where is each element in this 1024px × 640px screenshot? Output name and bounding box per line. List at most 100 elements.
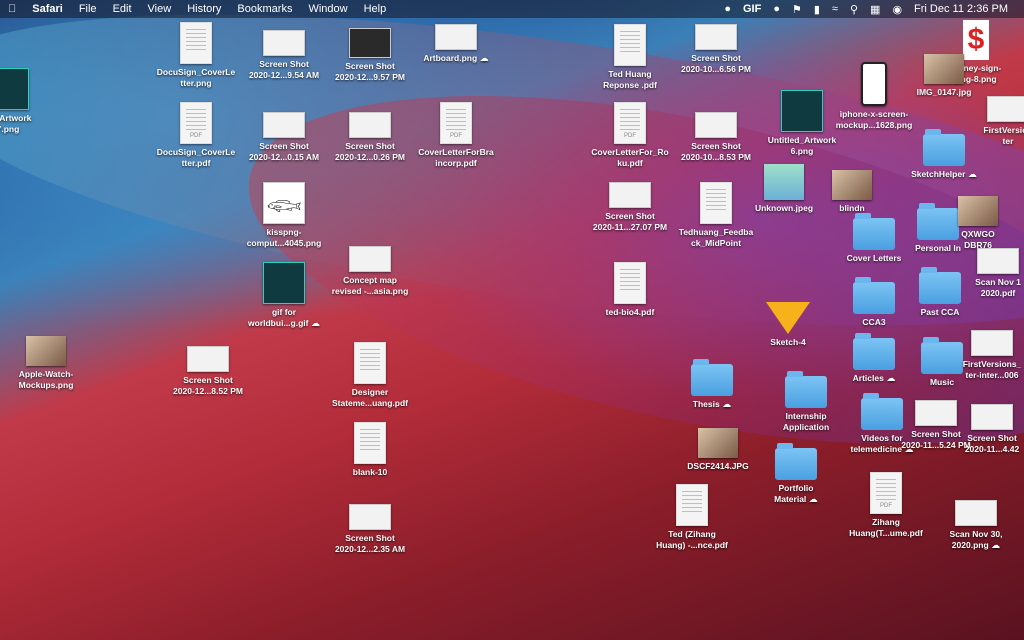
desktop-item[interactable]: DocuSign_CoverLe tter.png [148, 22, 244, 89]
siri-icon[interactable]: ◉ [892, 3, 902, 16]
search-icon[interactable]: ⚲ [850, 3, 858, 16]
desktop-item[interactable]: Artboard.png ☁ [408, 24, 504, 64]
photo-thumbnail[interactable] [924, 54, 964, 84]
desktop-item[interactable]: Screen Shot 2020-12...9.57 PM [322, 28, 418, 83]
creative-cloud-icon[interactable]: ● [724, 3, 731, 15]
pdf-icon[interactable]: PDF [440, 102, 472, 144]
phone-mockup-thumbnail[interactable] [861, 62, 887, 106]
screenshot-thumbnail[interactable] [695, 112, 737, 138]
control-center-icon[interactable]: ▦ [870, 3, 880, 16]
fish-thumbnail[interactable]: 𓆟 [263, 182, 305, 224]
desktop-item-label[interactable]: Screen Shot 2020-12...0.15 AM [249, 141, 319, 163]
desktop-item[interactable]: Screen Shot 2020-11...27.07 PM [582, 182, 678, 233]
menu-edit[interactable]: Edit [105, 3, 140, 15]
desktop-item[interactable]: Untitled_Artwork 6.png [754, 90, 850, 157]
screenshot-thumbnail[interactable] [349, 28, 391, 58]
desktop-item-label[interactable]: Tedhuang_Feedba ck_MidPoint [679, 227, 753, 249]
desktop-item-label[interactable]: Screen Shot 2020-12...9.54 AM [249, 59, 319, 81]
desktop-item-label[interactable]: CoverLetterForBra incorp.pdf [418, 147, 494, 169]
desktop-item[interactable]: 𓆟 kisspng- comput...4045.png [236, 182, 332, 249]
folder-icon[interactable] [853, 277, 895, 314]
menu-help[interactable]: Help [356, 3, 395, 15]
desktop-item-label[interactable]: Portfolio Material ☁ [774, 483, 818, 505]
document-icon[interactable] [614, 262, 646, 304]
screenshot-thumbnail[interactable] [971, 330, 1013, 356]
apple-menu-icon[interactable]:  [0, 3, 24, 15]
desktop-item[interactable]: gif for worldbui...g.gif ☁ [236, 262, 332, 329]
desktop-item-label[interactable]: Internship Application [783, 411, 829, 433]
desktop-item[interactable]: Screen Shot 2020-12...0.26 PM [322, 112, 418, 163]
gif-app-icon[interactable]: GIF [743, 3, 761, 15]
menu-history[interactable]: History [179, 3, 229, 15]
desktop-item-label[interactable]: Zihang Huang(T...ume.pdf [849, 517, 923, 539]
desktop-item-label[interactable]: CCA3 [862, 317, 885, 328]
menu-window[interactable]: Window [300, 3, 355, 15]
desktop-item[interactable]: PDF CoverLetterFor_Ro ku.pdf [582, 102, 678, 169]
photo-thumbnail[interactable] [958, 196, 998, 226]
desktop-item-label[interactable]: FirstVersions_ ter-inter...006 [963, 359, 1022, 381]
pdf-icon[interactable]: PDF [180, 102, 212, 144]
icloud-download-icon[interactable]: ☁ [989, 540, 1000, 550]
desktop-item-label[interactable]: Screen Shot 2020-12...8.52 PM [173, 375, 243, 397]
desktop-item-label[interactable]: _d_Artwork 7.png [0, 113, 31, 135]
screenshot-thumbnail[interactable] [695, 24, 737, 50]
battery-icon[interactable]: ▮ [814, 3, 820, 16]
desktop-item-label[interactable]: blank-10 [353, 467, 388, 478]
desktop-item-label[interactable]: Articles ☁ [853, 373, 896, 384]
desktop-item[interactable]: Ted (Zihang Huang) -...nce.pdf [644, 484, 740, 551]
desktop-item[interactable]: blank-10 [322, 422, 418, 478]
desktop-item[interactable]: Screen Shot 2020-12...0.15 AM [236, 112, 332, 163]
document-icon[interactable] [614, 24, 646, 66]
screenshot-thumbnail[interactable] [349, 504, 391, 530]
desktop-item-label[interactable]: Ted (Zihang Huang) -...nce.pdf [656, 529, 728, 551]
desktop-item[interactable]: Scan Nov 1 2020.pdf [950, 248, 1024, 299]
desktop-item[interactable]: Screen Shot 2020-11...4.42 [944, 404, 1024, 455]
desktop-item[interactable]: ted-bio4.pdf [582, 262, 678, 318]
desktop-item-label[interactable]: gif for worldbui...g.gif ☁ [248, 307, 320, 329]
desktop-item-label[interactable]: SketchHelper ☁ [911, 169, 977, 180]
desktop-item-label[interactable]: DocuSign_CoverLe tter.png [157, 67, 235, 89]
desktop-item-label[interactable]: DocuSign_CoverLe tter.pdf [157, 147, 235, 169]
screenshot-thumbnail[interactable] [609, 182, 651, 208]
desktop-item[interactable]: FirstVersions_ ter-inter...006 [944, 330, 1024, 381]
desktop-item-label[interactable]: Screen Shot 2020-10...6.56 PM [681, 53, 751, 75]
desktop-item-label[interactable]: Designer Stateme...uang.pdf [332, 387, 408, 409]
menu-file[interactable]: File [71, 3, 105, 15]
desktop-item-label[interactable]: Screen Shot 2020-12...2.35 AM [335, 533, 405, 555]
document-icon[interactable] [676, 484, 708, 526]
desktop-item-label[interactable]: Artboard.png ☁ [423, 53, 488, 64]
screenshot-thumbnail[interactable] [187, 346, 229, 372]
screenshot-thumbnail[interactable] [955, 500, 997, 526]
desktop-item[interactable]: Ted Huang Reponse .pdf [582, 24, 678, 91]
desktop-item-label[interactable]: Thesis ☁ [693, 399, 731, 410]
desktop-item-label[interactable]: Concept map revised -...asia.png [332, 275, 409, 297]
desktop-item-label[interactable]: Untitled_Artwork 6.png [768, 135, 836, 157]
desktop-item-label[interactable]: Cover Letters [847, 253, 902, 264]
desktop-item[interactable]: Screen Shot 2020-12...9.54 AM [236, 30, 332, 81]
desktop-item-label[interactable]: Screen Shot 2020-10...8.53 PM [681, 141, 751, 163]
desktop-item[interactable]: _d_Artwork 7.png [0, 68, 56, 135]
screenshot-thumbnail[interactable] [349, 112, 391, 138]
desktop-item[interactable]: IMG_0147.jpg [896, 54, 992, 98]
desktop-item[interactable]: Screen Shot 2020-12...2.35 AM [322, 504, 418, 555]
document-icon[interactable] [354, 342, 386, 384]
folder-icon[interactable] [775, 443, 817, 480]
screenshot-thumbnail[interactable] [987, 96, 1024, 122]
desktop-item[interactable]: PDF Zihang Huang(T...ume.pdf [838, 472, 934, 539]
desktop-item[interactable]: Thesis ☁ [664, 359, 760, 410]
photo-thumbnail[interactable] [832, 170, 872, 200]
folder-icon[interactable] [691, 359, 733, 396]
desktop-item-label[interactable]: Past CCA [921, 307, 960, 318]
desktop-item-label[interactable]: Screen Shot 2020-11...27.07 PM [593, 211, 667, 233]
desktop-item[interactable]: PDF DocuSign_CoverLe tter.pdf [148, 102, 244, 169]
pdf-icon[interactable]: PDF [870, 472, 902, 514]
artwork-thumbnail[interactable] [0, 68, 29, 110]
folder-icon[interactable] [853, 333, 895, 370]
status-dot-icon[interactable]: ● [773, 3, 780, 15]
document-icon[interactable] [700, 182, 732, 224]
desktop-item[interactable]: Apple-Watch- Mockups.png [0, 336, 94, 391]
desktop-item[interactable]: Scan Nov 30, 2020.png ☁ [928, 500, 1024, 551]
icloud-download-icon[interactable]: ☁ [965, 169, 977, 179]
artwork-thumbnail[interactable] [781, 90, 823, 132]
artwork-thumbnail[interactable] [263, 262, 305, 304]
